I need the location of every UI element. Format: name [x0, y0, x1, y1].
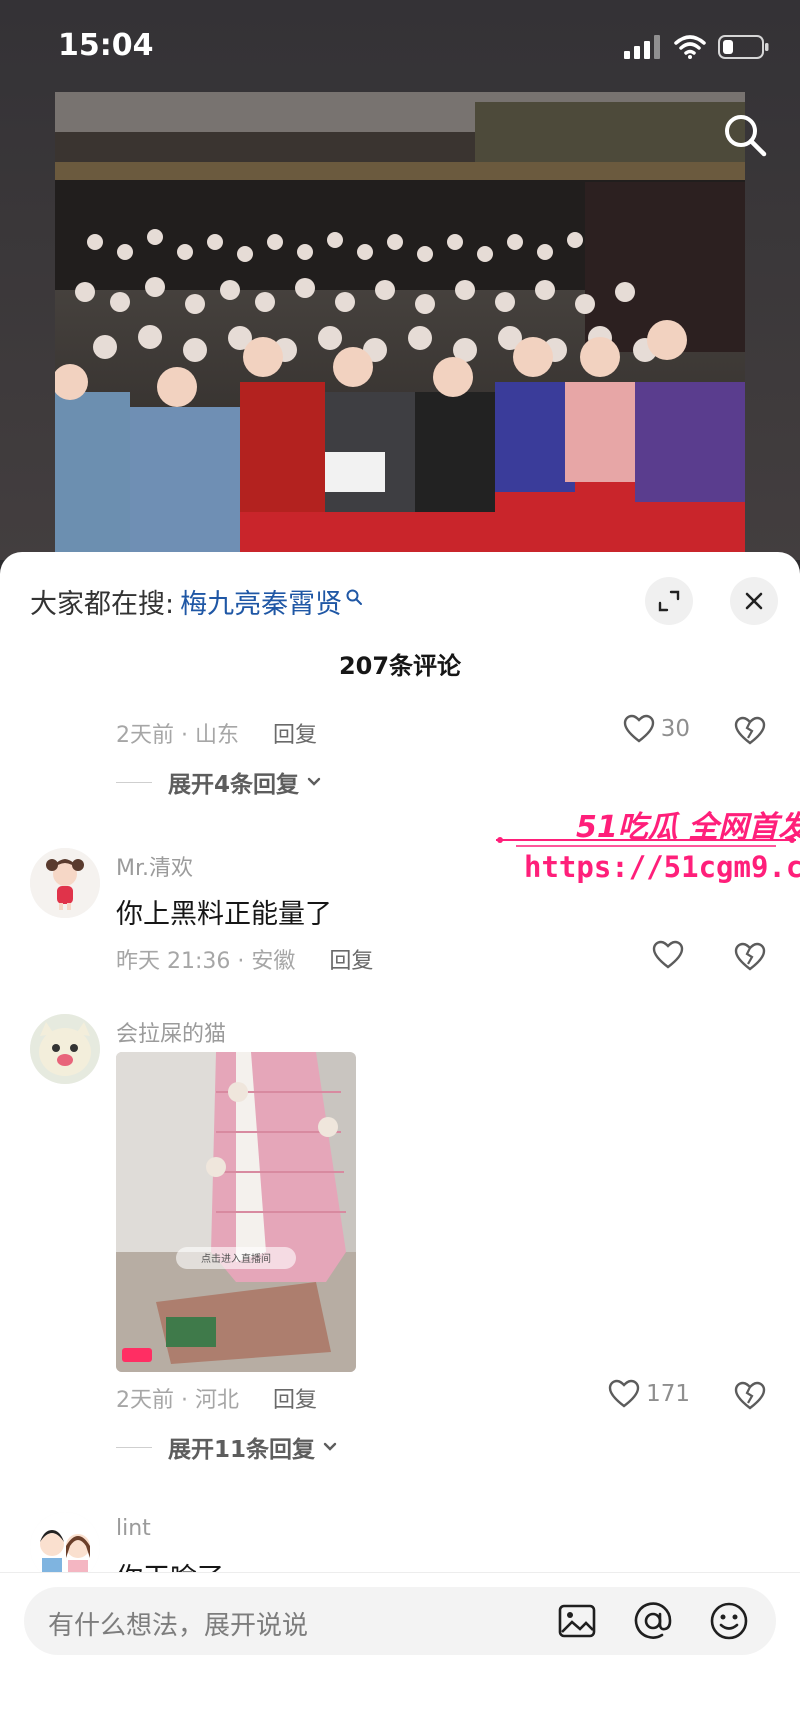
chevron-down-icon	[307, 777, 321, 786]
watermark: 51吃瓜 全网首发 https://51cgm9.com	[496, 802, 800, 892]
comment-input-placeholder: 有什么想法，展开说说	[48, 1611, 309, 1641]
expand-button[interactable]	[645, 577, 693, 625]
comment-meta-row: 昨天 21:36 · 安徽 回复	[116, 943, 373, 975]
video-background: 15:04	[0, 0, 800, 560]
comment-time-location: 2天前 · 山东	[116, 723, 239, 748]
heart-icon	[652, 940, 684, 969]
comment-username[interactable]: lint	[116, 1516, 151, 1541]
status-bar: 15:04	[0, 0, 800, 90]
battery-icon	[718, 35, 769, 59]
comment-time-location: 2天前 · 河北	[116, 1388, 239, 1413]
chevron-down-icon	[323, 1442, 337, 1451]
comment-meta-row: 2天前 · 河北 回复	[116, 1382, 317, 1414]
avatar[interactable]	[30, 848, 100, 918]
close-button[interactable]	[730, 577, 778, 625]
comments-count-title: 207条评论	[338, 652, 462, 680]
reply-button[interactable]: 回复	[273, 717, 317, 749]
like-count: 171	[646, 1381, 690, 1407]
watermark-url: https://51cgm9.com	[524, 850, 800, 884]
video-photo[interactable]	[55, 92, 745, 554]
comment-text: 你上黑料正能量了	[116, 899, 332, 930]
like-button[interactable]: 30	[623, 714, 690, 744]
search-icon[interactable]	[720, 110, 770, 160]
close-icon	[745, 592, 763, 610]
expand-replies-label: 展开11条回复	[168, 1437, 316, 1463]
signal-icon	[624, 35, 660, 59]
comment-meta-row: 2天前 · 山东 回复	[116, 717, 317, 749]
broken-heart-icon[interactable]	[734, 942, 766, 972]
like-button[interactable]: 171	[608, 1379, 690, 1409]
expand-replies-button[interactable]: 展开11条回复	[116, 1430, 339, 1464]
heart-icon	[623, 714, 654, 743]
like-button[interactable]	[652, 940, 690, 970]
hot-search-row[interactable]: 大家都在搜: 梅九亮秦霄贤	[30, 582, 363, 621]
reply-button[interactable]: 回复	[273, 1382, 317, 1414]
heart-icon	[608, 1379, 640, 1408]
wifi-icon	[674, 35, 706, 59]
comment-time-location: 昨天 21:36 · 安徽	[116, 949, 296, 974]
avatar[interactable]	[30, 1014, 100, 1084]
divider	[116, 781, 152, 783]
emoji-icon[interactable]	[708, 1600, 750, 1642]
expand-replies-button[interactable]: 展开4条回复	[116, 765, 323, 799]
expand-replies-label: 展开4条回复	[168, 772, 300, 798]
broken-heart-icon[interactable]	[734, 716, 766, 746]
at-icon[interactable]	[632, 1600, 674, 1642]
status-time: 15:04	[58, 28, 154, 63]
comment-username[interactable]: 会拉屎的猫	[116, 1016, 226, 1048]
like-count: 30	[660, 716, 690, 742]
search-icon	[346, 589, 363, 605]
status-icons	[624, 34, 770, 60]
hot-search-prefix: 大家都在搜:	[30, 589, 175, 620]
comment-image[interactable]: 点击进入直播间	[116, 1052, 356, 1372]
reply-button[interactable]: 回复	[329, 943, 373, 975]
hot-search-term[interactable]: 梅九亮秦霄贤	[180, 582, 342, 621]
divider	[116, 1446, 152, 1448]
broken-heart-icon[interactable]	[734, 1381, 766, 1411]
watermark-title: 51吃瓜 全网首发	[576, 810, 800, 845]
image-icon[interactable]	[556, 1600, 598, 1642]
comments-sheet: 大家都在搜: 梅九亮秦霄贤 207条评论 2天前 · 山东 回复 30 展开4条…	[0, 552, 800, 1731]
comment-input-bar: 有什么想法，展开说说	[0, 1572, 800, 1732]
comment-username[interactable]: Mr.清欢	[116, 850, 193, 882]
comment-input[interactable]: 有什么想法，展开说说	[24, 1587, 776, 1655]
expand-icon	[658, 590, 680, 612]
live-hint: 点击进入直播间	[201, 1252, 271, 1265]
